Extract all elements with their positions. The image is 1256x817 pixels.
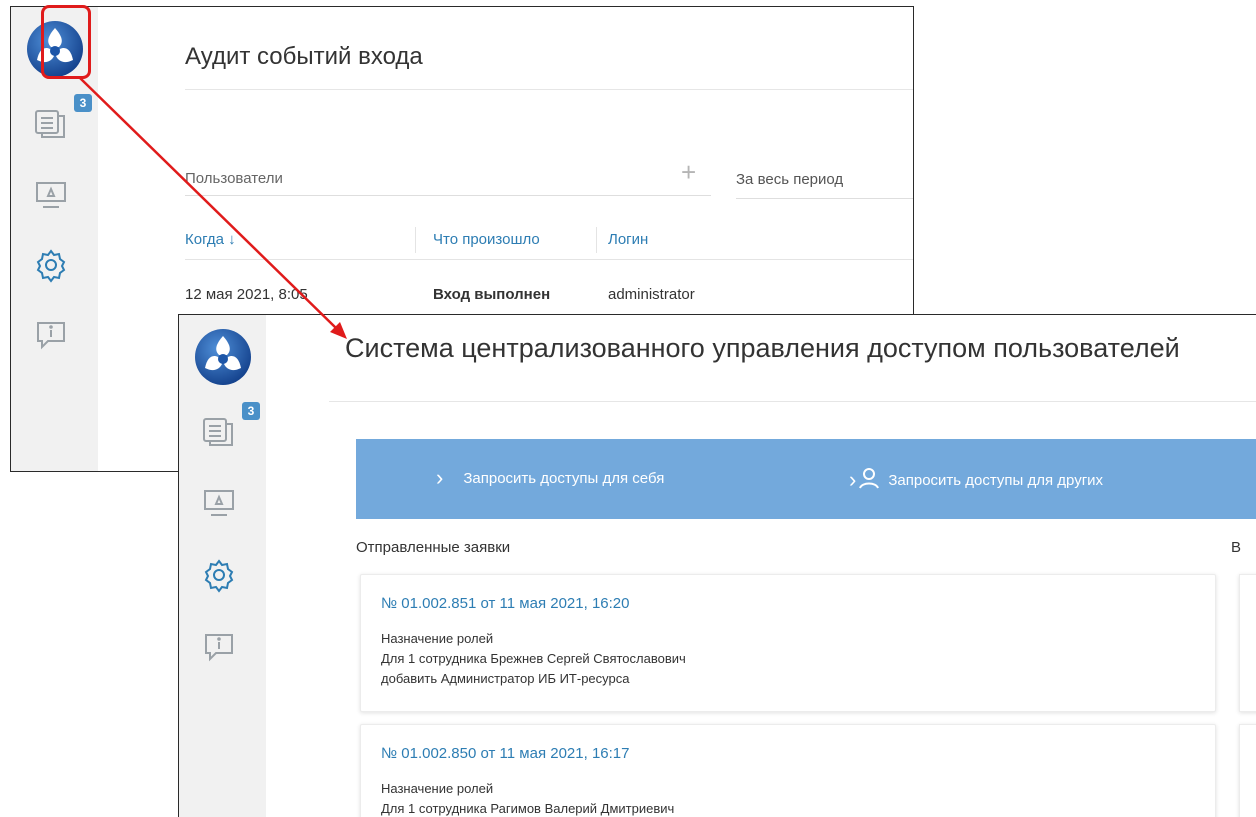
- user-icon: [858, 467, 880, 493]
- chevron-right-icon: ›: [436, 465, 444, 490]
- request-link[interactable]: № 01.002.851 от 11 мая 2021, 16:20: [381, 595, 629, 612]
- request-self-button[interactable]: › Запросить доступы для себя: [436, 467, 664, 489]
- plus-icon[interactable]: +: [681, 157, 696, 188]
- column-header-when[interactable]: Когда ↓: [185, 231, 236, 248]
- table-cell-event: Вход выполнен: [433, 286, 551, 303]
- chevron-right-icon: ›: [849, 467, 857, 492]
- settings-icon[interactable]: [33, 247, 69, 283]
- right-column-card: [1239, 574, 1256, 712]
- request-others-button[interactable]: › Запросить доступы для других: [849, 467, 1103, 493]
- truncated-heading: В: [1231, 539, 1242, 556]
- sidebar: 3: [179, 315, 266, 817]
- request-type: Назначение ролей: [381, 631, 494, 646]
- page-title: Аудит событий входа: [185, 43, 423, 70]
- table-cell-when: 12 мая 2021, 8:05: [185, 286, 308, 303]
- highlight-box: [41, 5, 91, 79]
- title-divider: [329, 401, 1256, 402]
- users-filter-underline: [185, 195, 711, 196]
- table-cell-login: administrator: [608, 286, 695, 303]
- column-separator: [596, 227, 597, 253]
- info-chat-icon[interactable]: [201, 629, 237, 665]
- table-header-divider: [185, 259, 913, 260]
- front-window: 3 Система централизованного управления д…: [178, 314, 1256, 817]
- sent-requests-heading: Отправленные заявки: [356, 539, 511, 556]
- period-underline: [736, 198, 913, 199]
- right-column-card: [1239, 724, 1256, 817]
- request-banner: › Запросить доступы для себя › Запросить…: [356, 439, 1256, 519]
- messages-icon[interactable]: [201, 413, 237, 449]
- notification-badge: 3: [242, 402, 260, 420]
- request-type: Назначение ролей: [381, 781, 494, 796]
- notification-badge: 3: [74, 94, 92, 112]
- request-detail: добавить Администратор ИБ ИТ-ресурса: [381, 671, 630, 686]
- monitor-icon[interactable]: [201, 485, 237, 521]
- request-detail: Для 1 сотрудника Брежнев Сергей Святосла…: [381, 651, 686, 666]
- users-filter-input[interactable]: Пользователи: [185, 170, 283, 187]
- monitor-icon[interactable]: [33, 177, 69, 213]
- request-link[interactable]: № 01.002.850 от 11 мая 2021, 16:17: [381, 745, 629, 762]
- request-self-label: Запросить доступы для себя: [463, 469, 665, 487]
- logo-icon[interactable]: [194, 328, 252, 386]
- column-separator: [415, 227, 416, 253]
- column-header-login[interactable]: Логин: [608, 231, 648, 248]
- request-others-label: Запросить доступы для других: [888, 471, 1104, 489]
- period-select[interactable]: За весь период: [736, 171, 843, 188]
- request-card[interactable]: № 01.002.851 от 11 мая 2021, 16:20 Назна…: [360, 574, 1216, 712]
- settings-icon[interactable]: [201, 557, 237, 593]
- info-chat-icon[interactable]: [33, 317, 69, 353]
- request-detail: Для 1 сотрудника Рагимов Валерий Дмитрие…: [381, 801, 675, 816]
- page-title: Система централизованного управления дос…: [345, 333, 1180, 363]
- messages-icon[interactable]: [33, 105, 69, 141]
- title-divider: [185, 89, 913, 90]
- column-header-event[interactable]: Что произошло: [433, 231, 540, 248]
- request-card[interactable]: № 01.002.850 от 11 мая 2021, 16:17 Назна…: [360, 724, 1216, 817]
